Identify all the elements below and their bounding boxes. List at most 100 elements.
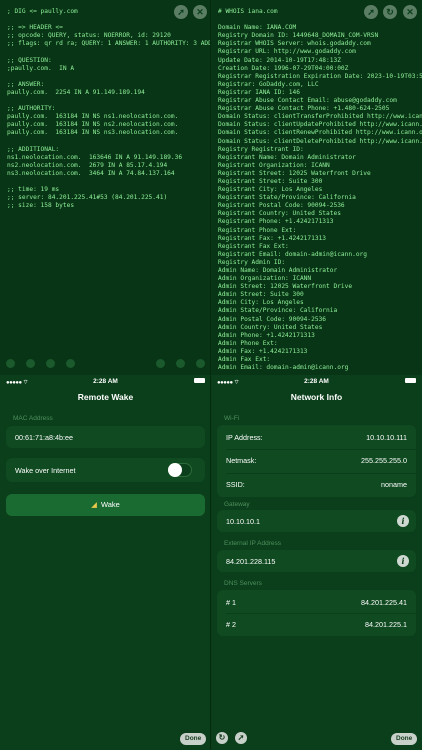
terminal-line: Registry Registrant ID: (218, 145, 304, 153)
wifi-row-netmask: Netmask: 255.255.255.0 (217, 448, 416, 472)
mac-address-field[interactable]: 00:61:71:a8:4b:ee (6, 426, 205, 448)
terminal-line: Admin Street: Suite 300 (218, 291, 304, 299)
terminal-line: Registrar Abuse Contact Phone: +1.480-62… (218, 105, 390, 113)
terminal-line: Registry Admin ID: (218, 258, 286, 266)
terminal-line: ;; ANSWER: (7, 80, 45, 88)
wifi-row-ip: IP Address: 10.10.10.111 (217, 425, 416, 449)
terminal-line: Admin Fax: +1.4242171313 (218, 347, 308, 355)
battery-icon (194, 378, 205, 383)
status-time: 2:28 AM (304, 378, 329, 385)
wifi-header: Wi-Fi (224, 415, 240, 422)
info-icon[interactable]: i (397, 515, 409, 527)
mac-address-value: 00:61:71:a8:4b:ee (15, 433, 73, 442)
terminal-line: ;paully.com. IN A (7, 64, 75, 72)
terminal-line: ;; server: 84.201.225.41#53 (84.201.225.… (7, 194, 168, 202)
wifi-row-ssid: SSID: noname (217, 472, 416, 496)
page-title: Network Info (290, 392, 343, 402)
external-ip-card: 84.201.228.115 i (217, 550, 416, 572)
whois-output: # WHOIS iana.com Domain Name: IANA.COM Reg… (218, 8, 422, 372)
dns-2-label: # 2 (226, 620, 236, 629)
terminal-line: Registrant Fax: +1.4242171313 (218, 234, 327, 242)
wake-over-internet-toggle[interactable] (168, 463, 192, 477)
terminal-line: Registrar: GoDaddy.com, LLC (218, 80, 319, 88)
terminal-line: Domain Status: clientRenewProhibited htt… (218, 129, 422, 137)
terminal-line: ;; size: 158 bytes (7, 202, 75, 210)
terminal-line: Registrant Country: United States (218, 210, 341, 218)
dns-card: # 1 84.201.225.41 # 2 84.201.225.1 (217, 590, 416, 636)
terminal-line: Admin Postal Code: 90094-2536 (218, 315, 327, 323)
status-time: 2:28 AM (93, 378, 118, 385)
done-button[interactable]: Done (391, 733, 418, 745)
dns-1-value: 84.201.225.41 (361, 598, 407, 607)
terminal-line: paully.com. 2254 IN A 91.149.189.194 (7, 88, 145, 96)
terminal-line: ;; flags: qr rd ra; QUERY: 1 ANSWER: 1 A… (7, 40, 211, 48)
terminal-line: ns3.neolocation.com. 3464 IN A 74.84.137… (7, 169, 175, 177)
done-button[interactable]: Done (180, 733, 207, 745)
refresh-icon[interactable]: ↻ (383, 5, 397, 19)
share-icon[interactable]: ➚ (235, 732, 247, 744)
dns-1-label: # 1 (226, 598, 236, 607)
terminal-line: Registrant Email: domain-admin@icann.org (218, 250, 368, 258)
close-icon[interactable]: ✕ (403, 5, 417, 19)
close-icon[interactable]: ✕ (193, 5, 207, 19)
terminal-line: Admin Fax Ext: (218, 356, 271, 364)
terminal-line: Admin Country: United States (218, 323, 323, 331)
wake-button[interactable]: ◢ Wake (6, 494, 205, 516)
terminal-line: ns2.neolocation.com. 2679 IN A 85.17.4.1… (7, 161, 168, 169)
terminal-line: Registrant Postal Code: 90094-2536 (218, 202, 345, 210)
remote-wake-screen: ; DIG <= paully.com;; => HEADER <=;; opc… (0, 0, 211, 750)
terminal-line: Registry Domain ID: 1449648_DOMAIN_COM-V… (218, 32, 379, 40)
terminal-line: Admin Phone Ext: (218, 339, 278, 347)
share-icon[interactable]: ➚ (364, 5, 378, 19)
terminal-line: Registrant City: Los Angeles (218, 186, 323, 194)
terminal-line: ;; AUTHORITY: (7, 105, 56, 113)
wifi-ip-label: IP Address: (226, 433, 263, 442)
mac-address-header: MAC Address (13, 415, 53, 422)
terminal-line: paully.com. 163184 IN NS ns2.neolocation… (7, 121, 179, 129)
terminal-line: ns1.neolocation.com. 163646 IN A 91.149.… (7, 153, 183, 161)
terminal-line: Registrar Registration Expiration Date: … (218, 72, 422, 80)
terminal-line: Creation Date: 1996-07-29T04:00:00Z (218, 64, 349, 72)
wifi-netmask-value: 255.255.255.0 (361, 456, 407, 465)
terminal-line: ;; => HEADER <= (7, 24, 63, 32)
refresh-icon[interactable]: ↻ (216, 732, 228, 744)
terminal-line: ;; opcode: QUERY, status: NOERROR, id: 2… (7, 32, 171, 40)
terminal-line: Admin City: Los Angeles (218, 299, 304, 307)
gateway-card: 10.10.10.1 i (217, 510, 416, 532)
terminal-line: Registrant Street: Suite 300 (218, 177, 323, 185)
dns-row-2: # 2 84.201.225.1 (217, 612, 416, 636)
wifi-netmask-label: Netmask: (226, 456, 257, 465)
dns-row-1: # 1 84.201.225.41 (217, 590, 416, 614)
terminal-line: ;; QUESTION: (7, 56, 52, 64)
dig-terminal-overlay: ; DIG <= paully.com;; => HEADER <=;; opc… (0, 0, 211, 375)
terminal-line: Domain Name: IANA.COM (218, 24, 297, 32)
battery-icon (405, 378, 416, 383)
wake-button-label: Wake (100, 500, 120, 509)
terminal-line: Registrant Phone: +1.4242171313 (218, 218, 334, 226)
screen-divider (210, 0, 211, 750)
share-icon[interactable]: ➚ (174, 5, 188, 19)
dns-2-value: 84.201.225.1 (365, 620, 407, 629)
external-ip-header: External IP Address (224, 540, 281, 547)
terminal-line: Registrar WHOIS Server: whois.godaddy.co… (218, 40, 371, 48)
terminal-line: Registrant Phone Ext: (218, 226, 297, 234)
wifi-card: IP Address: 10.10.10.111 Netmask: 255.25… (217, 425, 416, 497)
terminal-line: Registrant Street: 12025 Waterfront Driv… (218, 169, 371, 177)
terminal-line: Admin Organization: ICANN (218, 275, 312, 283)
terminal-line: Admin Email: domain-admin@icann.org (218, 364, 349, 372)
wake-over-internet-label: Wake over Internet (15, 466, 76, 475)
info-icon[interactable]: i (397, 555, 409, 567)
dns-servers-header: DNS Servers (224, 580, 262, 587)
terminal-line: Update Date: 2014-10-19T17:48:13Z (218, 56, 341, 64)
screenshot-root: ; DIG <= paully.com;; => HEADER <=;; opc… (0, 0, 422, 750)
terminal-line: Admin Name: Domain Administrator (218, 267, 338, 274)
terminal-line: ;; ADDITIONAL: (7, 145, 60, 153)
terminal-line: Registrar Abuse Contact Email: abuse@god… (218, 97, 397, 105)
terminal-line: Registrant Fax Ext: (218, 242, 289, 250)
gateway-header: Gateway (224, 501, 250, 508)
